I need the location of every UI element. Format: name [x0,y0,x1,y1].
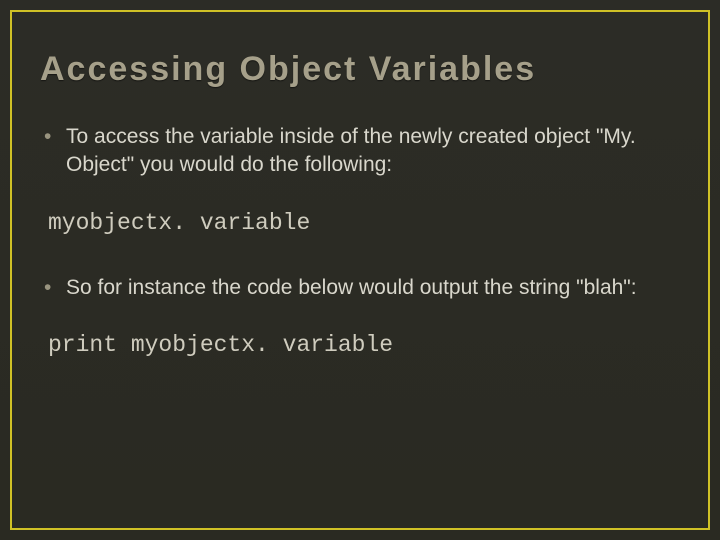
code-block: myobjectx. variable [48,210,680,236]
bullet-item: To access the variable inside of the new… [40,123,680,180]
code-block: print myobjectx. variable [48,332,680,358]
bullet-item: So for instance the code below would out… [40,274,680,302]
page-title: Accessing Object Variables [40,50,680,89]
slide: Accessing Object Variables To access the… [0,0,720,540]
bullet-text: So for instance the code below would out… [66,276,637,299]
bullet-list: So for instance the code below would out… [40,274,680,302]
slide-content: Accessing Object Variables To access the… [0,0,720,540]
bullet-text: To access the variable inside of the new… [66,125,636,176]
bullet-list: To access the variable inside of the new… [40,123,680,180]
